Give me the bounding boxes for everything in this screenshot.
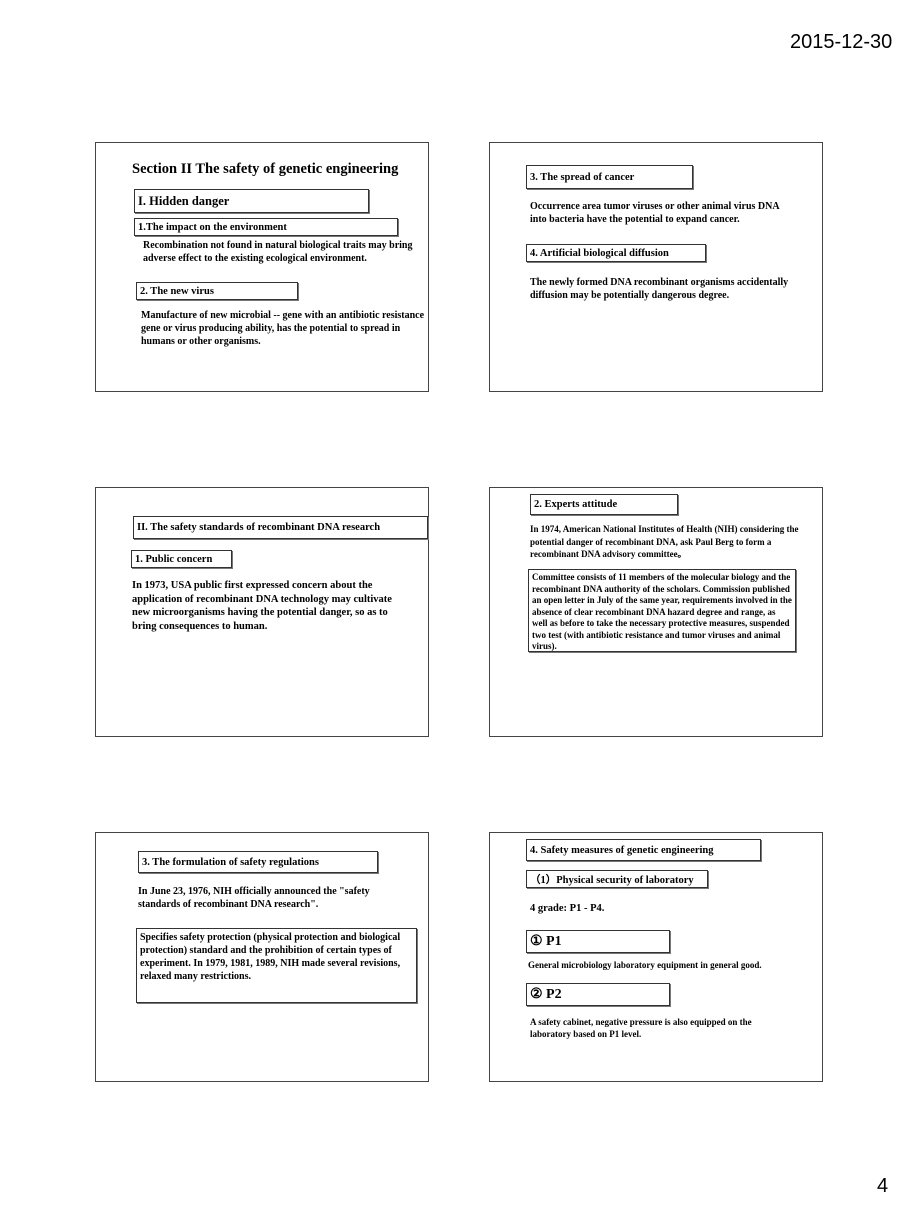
document-page: 2015-12-30 Section II The safety of gene… — [0, 0, 920, 1227]
level-box-p2: ② P2 — [526, 983, 670, 1006]
slide-2: 3. The spread of cancer Occurrence area … — [489, 142, 823, 392]
slide-4: 2. Experts attitude In 1974, American Na… — [489, 487, 823, 737]
subheading-box: 2. The new virus — [136, 282, 298, 300]
body-text: In 1974, American National Institutes of… — [530, 524, 799, 559]
body-text: In June 23, 1976, NIH officially announc… — [138, 886, 370, 910]
body-text: A safety cabinet, negative pressure is a… — [530, 1017, 752, 1039]
body-text: The newly formed DNA recombinant organis… — [530, 277, 789, 301]
slide-title: Section II The safety of genetic enginee… — [132, 161, 399, 177]
subheading-box: 3. The spread of cancer — [526, 165, 693, 189]
body-text: 4 grade: P1 - P4. — [530, 903, 605, 914]
level-box-p1: ① P1 — [526, 930, 670, 953]
subheading-box: 4. Safety measures of genetic engineerin… — [526, 839, 761, 861]
date-header: 2015-12-30 — [790, 31, 893, 53]
heading-box: I. Hidden danger — [134, 189, 369, 213]
text-box: Committee consists of 11 members of the … — [528, 569, 796, 652]
subheading-box: 1. Public concern — [131, 550, 232, 568]
body-text: Manufacture of new microbial -- gene wit… — [141, 310, 425, 347]
subheading-box: 2. Experts attitude — [530, 494, 678, 515]
slide-6: 4. Safety measures of genetic engineerin… — [489, 832, 823, 1082]
slide-5: 3. The formulation of safety regulations… — [95, 832, 429, 1082]
subheading-box: 4. Artificial biological diffusion — [526, 244, 706, 262]
subheading-box: （1）Physical security of laboratory — [526, 870, 708, 888]
slide-3: II. The safety standards of recombinant … — [95, 487, 429, 737]
text-box: Specifies safety protection (physical pr… — [136, 928, 417, 1003]
body-text: Recombination not found in natural biolo… — [143, 240, 413, 264]
body-text: In 1973, USA public first expressed conc… — [132, 580, 392, 632]
subheading-box: 3. The formulation of safety regulations — [138, 851, 378, 873]
heading-box: II. The safety standards of recombinant … — [133, 516, 428, 539]
body-text: General microbiology laboratory equipmen… — [528, 960, 762, 970]
page-number: 4 — [877, 1175, 889, 1197]
slide-1: Section II The safety of genetic enginee… — [95, 142, 429, 392]
subheading-box: 1.The impact on the environment — [134, 218, 398, 236]
body-text: Occurrence area tumor viruses or other a… — [530, 201, 780, 225]
